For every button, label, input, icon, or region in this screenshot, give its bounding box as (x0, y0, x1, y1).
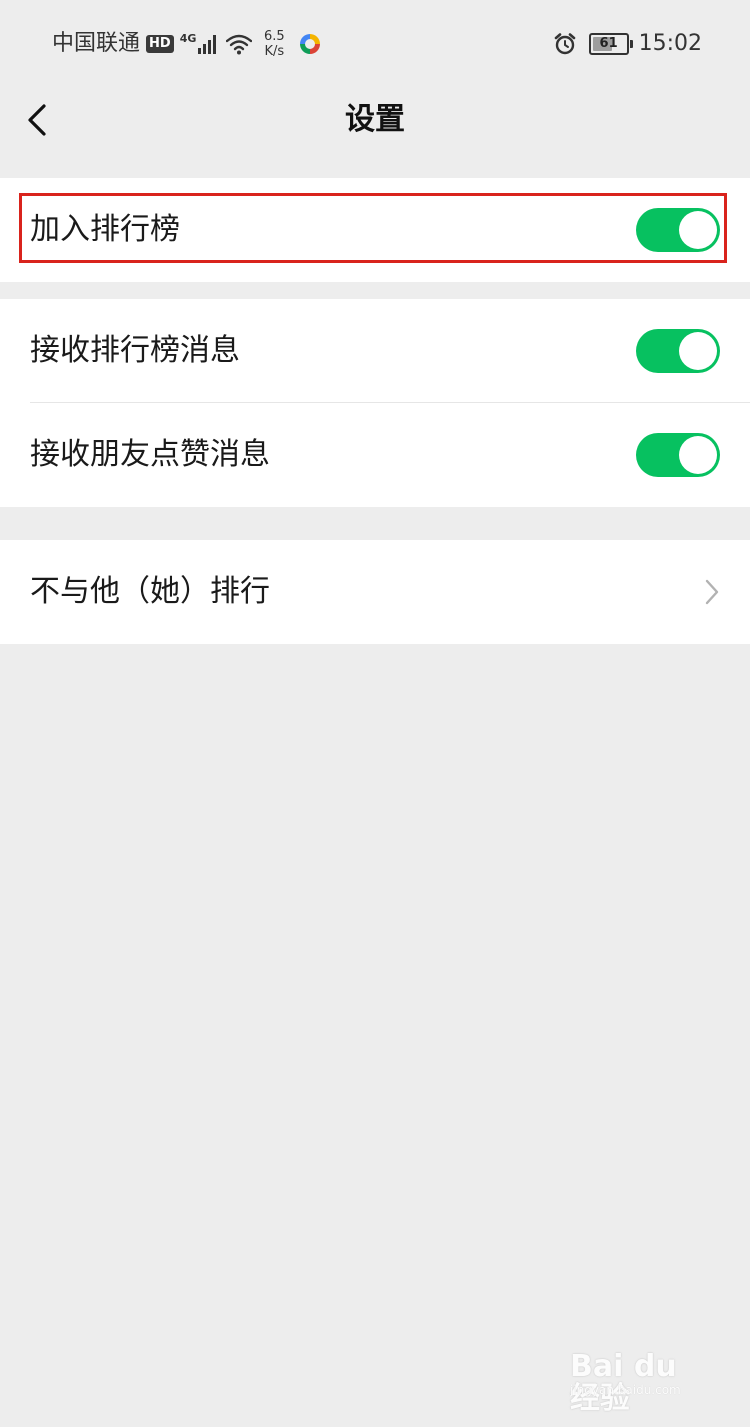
page-title: 设置 (345, 102, 405, 137)
row-label: 加入排行榜 (30, 212, 180, 247)
status-time: 15:02 (638, 31, 702, 56)
row-label: 不与他（她）排行 (30, 574, 270, 609)
join-ranking-switch[interactable] (636, 208, 720, 252)
battery-cap (629, 40, 633, 48)
status-right: 61 15:02 (553, 28, 702, 60)
speed-unit: K/s (264, 44, 285, 59)
settings-row-receive-like-messages[interactable]: 接收朋友点赞消息 (0, 403, 750, 507)
app-notification-icon (300, 34, 321, 54)
switch-knob (679, 332, 717, 370)
settings-row-receive-ranking-messages[interactable]: 接收排行榜消息 (0, 299, 750, 403)
watermark-domain: jingyan.baidu.com (570, 1383, 681, 1397)
settings-group-ranking: 加入排行榜 (0, 178, 750, 282)
hd-badge: HD (146, 35, 174, 53)
wifi-icon (226, 34, 253, 55)
settings-group-privacy: 不与他（她）排行 (0, 540, 750, 644)
alarm-clock-icon (554, 33, 575, 55)
settings-row-exclude-from-ranking[interactable]: 不与他（她）排行 (0, 540, 750, 644)
signal-strength-icon (198, 34, 218, 54)
speed-value: 6.5 (264, 29, 285, 44)
navigation-bar: 设置 (0, 86, 750, 154)
chevron-right-icon (705, 579, 719, 605)
settings-group-notifications: 接收排行榜消息 接收朋友点赞消息 (0, 299, 750, 507)
settings-row-join-ranking[interactable]: 加入排行榜 (0, 178, 750, 282)
receive-like-messages-switch[interactable] (636, 433, 720, 477)
switch-knob (679, 436, 717, 474)
network-type: 4G (179, 31, 197, 45)
row-label: 接收朋友点赞消息 (30, 437, 270, 472)
switch-knob (679, 211, 717, 249)
status-left: 中国联通 HD 4G 6.5 K/s (52, 28, 322, 60)
receive-ranking-messages-switch[interactable] (636, 329, 720, 373)
battery-level: 61 (599, 36, 618, 51)
baidu-jingyan-watermark: Bai du 经验 jingyan.baidu.com (570, 1349, 710, 1415)
network-speed: 6.5 K/s (262, 29, 286, 59)
carrier-name: 中国联通 (52, 31, 141, 56)
row-label: 接收排行榜消息 (30, 333, 240, 368)
status-bar: 中国联通 HD 4G 6.5 K/s 61 15:02 (0, 0, 750, 86)
battery-icon: 61 (588, 33, 633, 55)
